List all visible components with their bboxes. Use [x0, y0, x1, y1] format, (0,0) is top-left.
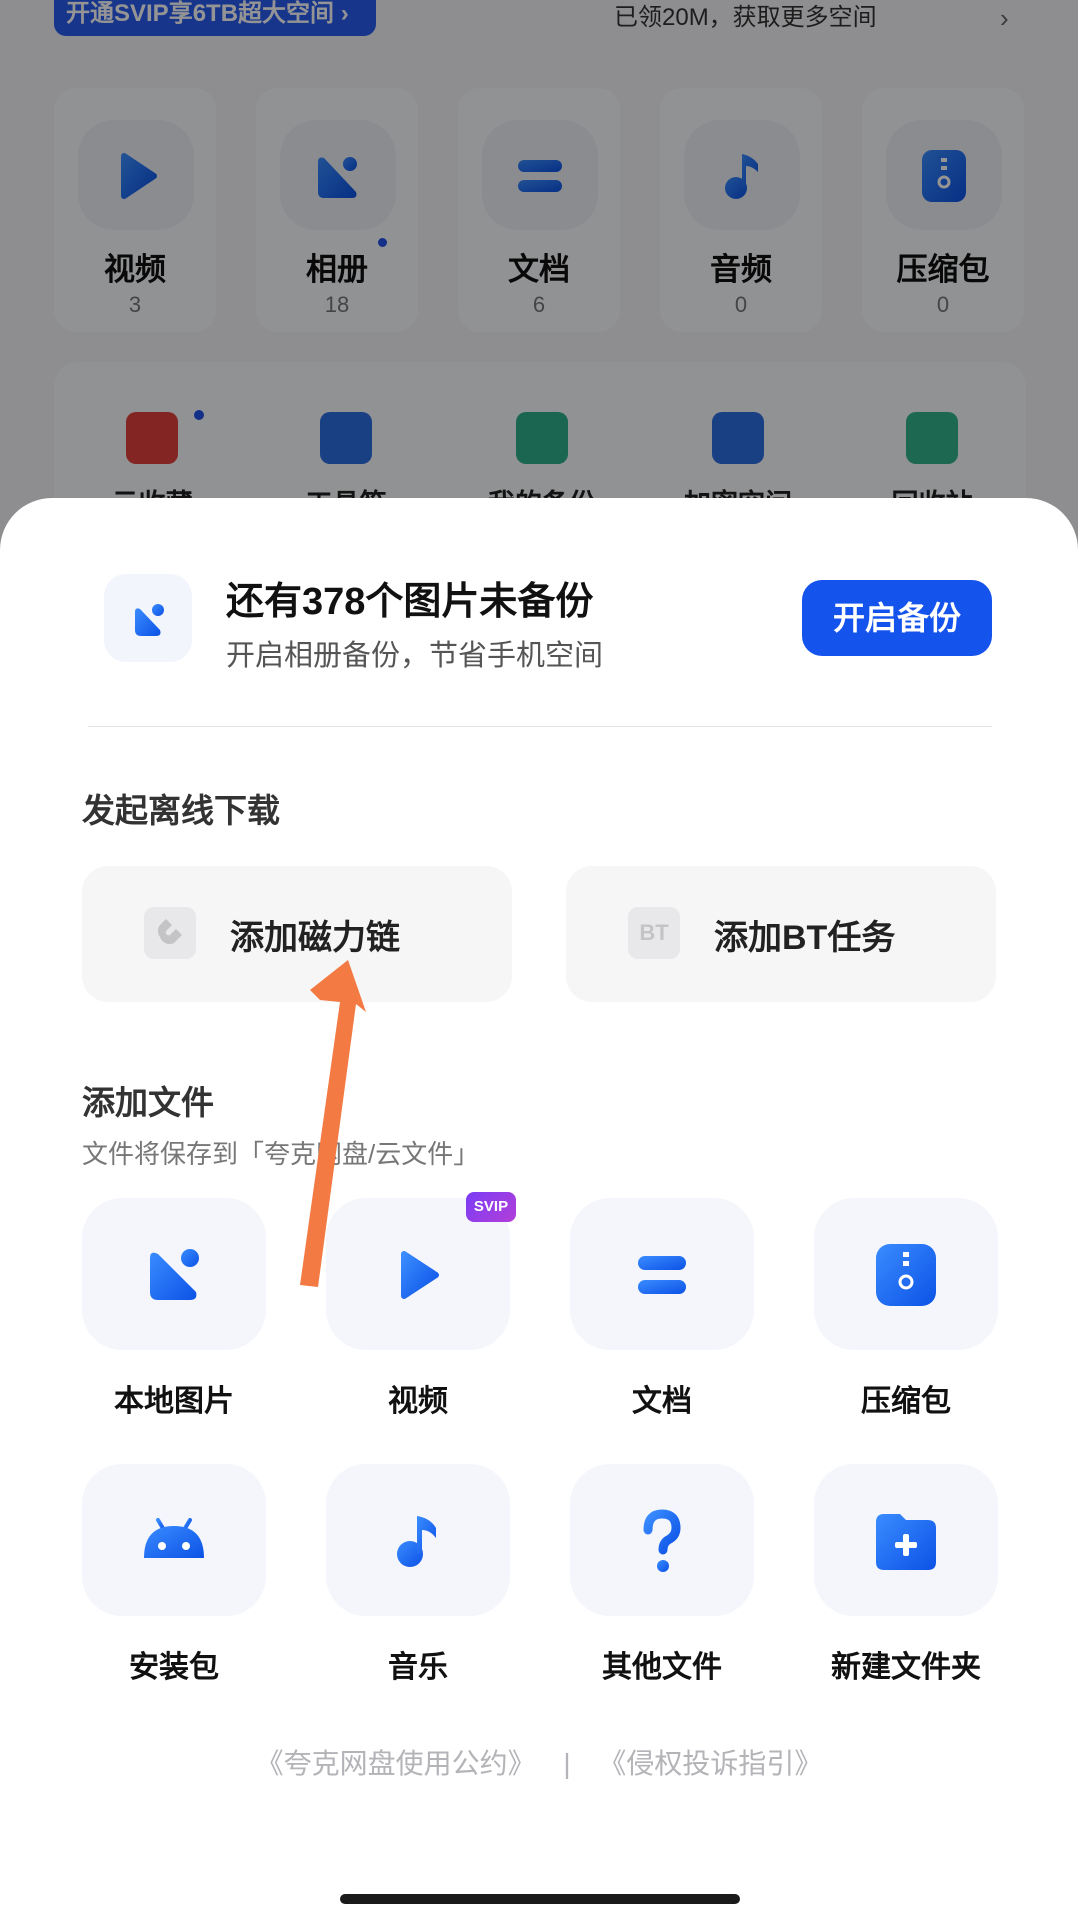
music-note-icon — [397, 1516, 436, 1567]
grid-label: 安装包 — [129, 1651, 219, 1684]
new-folder-icon — [876, 1514, 936, 1570]
grid-label: 文档 — [632, 1385, 692, 1418]
document-icon — [638, 1256, 686, 1294]
add-music-button[interactable] — [326, 1464, 510, 1616]
add-magnet-link-label: 添加磁力链 — [230, 919, 400, 957]
magnet-icon — [144, 907, 196, 959]
footer-separator: | — [563, 1748, 571, 1779]
grid-label: 视频 — [388, 1385, 448, 1418]
grid-label: 新建文件夹 — [831, 1651, 981, 1684]
add-document-button[interactable] — [570, 1198, 754, 1350]
divider — [88, 726, 992, 727]
backup-photo-icon-box — [104, 574, 192, 662]
photo-icon — [135, 604, 164, 636]
usage-agreement-link[interactable]: 《夸克网盘使用公约》 — [256, 1748, 536, 1779]
footer-links: 《夸克网盘使用公约》 | 《侵权投诉指引》 — [0, 1742, 1078, 1782]
home-indicator[interactable] — [340, 1894, 740, 1904]
add-magnet-link-button[interactable]: 添加磁力链 — [82, 866, 512, 1002]
add-apk-button[interactable] — [82, 1464, 266, 1616]
zip-icon — [876, 1244, 936, 1306]
infringement-guide-link[interactable]: 《侵权投诉指引》 — [598, 1748, 822, 1779]
save-location-hint: 文件将保存到「夸克网盘/云文件」 — [82, 1139, 480, 1169]
svip-badge: SVIP — [466, 1192, 516, 1222]
grid-label: 其他文件 — [602, 1651, 722, 1684]
backup-title: 还有378个图片未备份 — [226, 581, 594, 623]
add-local-photos-button[interactable] — [82, 1198, 266, 1350]
add-files-title: 添加文件 — [82, 1084, 214, 1121]
add-archive-button[interactable] — [814, 1198, 998, 1350]
create-new-folder-button[interactable] — [814, 1464, 998, 1616]
bt-icon: BT — [628, 907, 680, 959]
offline-download-title: 发起离线下载 — [82, 792, 280, 829]
play-icon — [401, 1251, 439, 1299]
android-icon — [144, 1518, 204, 1558]
add-bt-task-button[interactable]: BT 添加BT任务 — [566, 866, 996, 1002]
add-bt-task-label: 添加BT任务 — [714, 919, 896, 957]
grid-label: 音乐 — [388, 1651, 448, 1684]
enable-backup-button[interactable]: 开启备份 — [802, 580, 992, 656]
grid-label: 压缩包 — [861, 1385, 951, 1418]
backup-subtitle: 开启相册备份，节省手机空间 — [226, 640, 604, 672]
question-icon — [643, 1509, 681, 1572]
add-other-files-button[interactable] — [570, 1464, 754, 1616]
photo-icon — [150, 1249, 199, 1300]
grid-label: 本地图片 — [114, 1385, 234, 1418]
